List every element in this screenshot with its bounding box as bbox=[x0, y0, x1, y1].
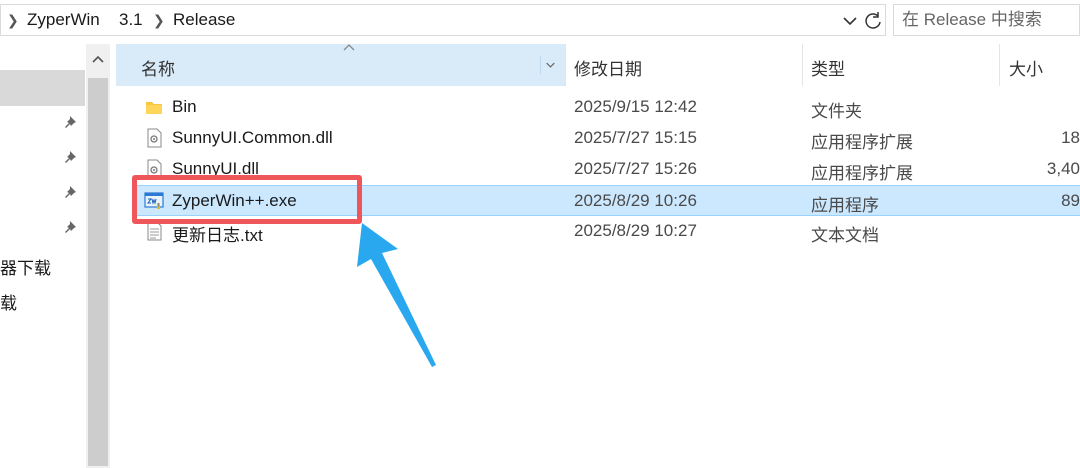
file-date: 2025/7/27 15:15 bbox=[574, 128, 697, 147]
column-header-date[interactable]: 修改日期 bbox=[566, 44, 802, 86]
file-type: 应用程序扩展 bbox=[811, 133, 913, 152]
file-date: 2025/7/27 15:26 bbox=[574, 159, 697, 178]
nav-selected-item[interactable] bbox=[0, 70, 85, 106]
breadcrumb-separator-icon[interactable]: ❯ bbox=[7, 5, 19, 35]
navigation-pane: 器下载 载 bbox=[0, 44, 85, 468]
chevron-down-icon[interactable] bbox=[839, 9, 861, 33]
chevron-down-icon[interactable] bbox=[540, 56, 560, 74]
sort-ascending-icon bbox=[343, 44, 355, 51]
pin-icon[interactable] bbox=[64, 114, 80, 130]
breadcrumb-release[interactable]: Release bbox=[173, 5, 235, 35]
column-date-label: 修改日期 bbox=[574, 60, 642, 79]
file-date: 2025/8/29 10:26 bbox=[574, 191, 697, 210]
file-size: 3,40 bbox=[1046, 159, 1080, 178]
scroll-up-arrow-icon[interactable] bbox=[86, 48, 110, 72]
file-type: 应用程序 bbox=[811, 196, 879, 215]
file-name: SunnyUI.Common.dll bbox=[172, 128, 333, 147]
file-date: 2025/8/29 10:27 bbox=[574, 221, 697, 240]
column-name-label: 名称 bbox=[141, 60, 175, 79]
file-row-sunnyui-common-dll[interactable]: SunnyUI.Common.dll 2025/7/27 15:15 应用程序扩… bbox=[132, 123, 1080, 154]
arrow-annotation-icon bbox=[357, 223, 436, 367]
file-date: 2025/9/15 12:42 bbox=[574, 97, 697, 116]
column-header-name[interactable]: 名称 bbox=[116, 44, 565, 86]
nav-item-downloader[interactable]: 器下载 bbox=[0, 254, 51, 279]
file-type: 文本文档 bbox=[811, 226, 879, 245]
breadcrumb-separator-icon[interactable]: ❯ bbox=[153, 5, 165, 35]
file-type: 应用程序扩展 bbox=[811, 164, 913, 183]
breadcrumb-zyperwin[interactable]: ZyperWin bbox=[27, 5, 100, 35]
address-bar[interactable]: ❯ ZyperWin 3.1 ❯ Release bbox=[0, 4, 886, 36]
breadcrumb-3-1[interactable]: 3.1 bbox=[119, 5, 143, 35]
file-size: 18 bbox=[1061, 128, 1080, 147]
nav-scrollbar[interactable] bbox=[86, 44, 110, 468]
column-size-label: 大小 bbox=[1009, 60, 1043, 79]
dll-file-icon bbox=[147, 128, 162, 148]
file-name: 更新日志.txt bbox=[172, 226, 263, 245]
folder-icon bbox=[146, 102, 162, 114]
scrollbar-thumb[interactable] bbox=[88, 78, 108, 466]
file-type: 文件夹 bbox=[811, 102, 862, 121]
nav-item-download[interactable]: 载 bbox=[0, 289, 17, 314]
search-box[interactable] bbox=[893, 4, 1080, 36]
file-row-bin[interactable]: Bin 2025/9/15 12:42 文件夹 bbox=[132, 92, 1080, 123]
column-type-label: 类型 bbox=[811, 60, 845, 79]
pin-icon[interactable] bbox=[64, 184, 80, 200]
search-input[interactable] bbox=[902, 8, 1077, 32]
refresh-icon[interactable] bbox=[861, 9, 885, 33]
highlight-annotation bbox=[132, 175, 362, 224]
pin-icon[interactable] bbox=[64, 219, 80, 235]
file-size: 89 bbox=[1061, 191, 1080, 210]
column-header-type[interactable]: 类型 bbox=[803, 44, 999, 86]
text-file-icon bbox=[147, 221, 162, 241]
pin-icon[interactable] bbox=[64, 149, 80, 165]
column-header-size[interactable]: 大小 bbox=[1000, 44, 1080, 86]
file-name: Bin bbox=[172, 97, 197, 116]
